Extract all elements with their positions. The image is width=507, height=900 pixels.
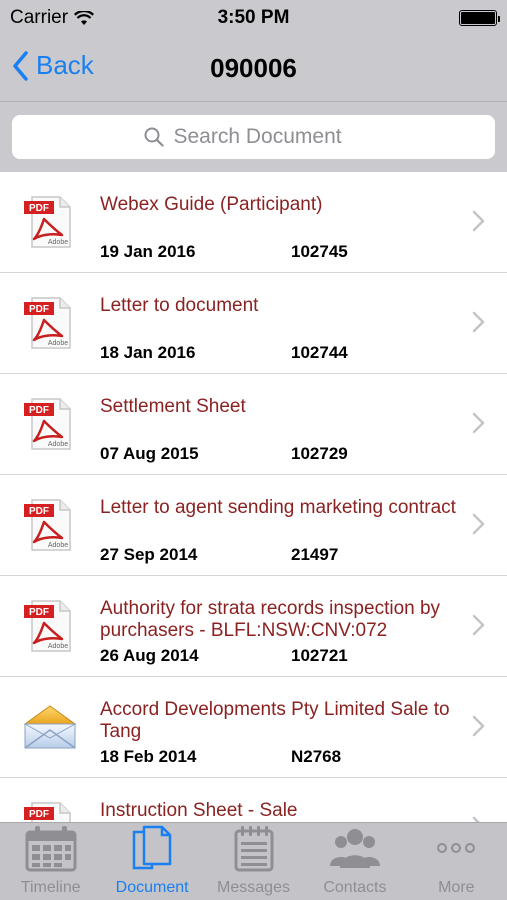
battery-icon — [459, 10, 500, 26]
document-title: Accord Developments Pty Limited Sale to … — [100, 699, 450, 742]
tab-document[interactable]: Document — [101, 823, 202, 900]
document-list: PDF Adobe Webex Guide (Participant) 19 Jan … — [0, 172, 507, 822]
tab-bar: Timeline Document Messages Contacts More — [0, 822, 507, 900]
svg-text:Adobe: Adobe — [48, 643, 68, 650]
svg-text:Adobe: Adobe — [48, 340, 68, 347]
chevron-right-icon — [472, 412, 485, 439]
search-field[interactable] — [12, 115, 495, 159]
document-number: 102729 — [291, 444, 348, 463]
document-date: 27 Sep 2014 — [100, 545, 198, 564]
document-number: 102745 — [291, 242, 348, 261]
pdf-file-icon: PDF Adobe — [0, 273, 100, 373]
people-icon — [327, 824, 383, 879]
search-input[interactable] — [173, 125, 364, 149]
svg-text:PDF: PDF — [29, 809, 49, 820]
search-bar — [0, 102, 507, 172]
document-number: N2768 — [291, 747, 342, 766]
ellipsis-icon — [434, 824, 478, 879]
document-date: 26 Aug 2014 — [100, 646, 199, 665]
document-meta: 07 Aug 2015 102729 — [100, 444, 348, 464]
document-title: Instruction Sheet - Sale — [100, 800, 298, 821]
svg-text:PDF: PDF — [29, 203, 49, 214]
back-label: Back — [36, 50, 94, 80]
chevron-right-icon — [472, 311, 485, 338]
tab-contacts[interactable]: Contacts — [304, 823, 405, 900]
document-info: Webex Guide (Participant) 19 Jan 2016 1027… — [100, 172, 507, 272]
chevron-right-icon — [472, 614, 485, 641]
document-meta: 26 Aug 2014 102721 — [100, 646, 348, 666]
document-info: Letter to agent sending marketing contra… — [100, 475, 507, 575]
document-date: 07 Aug 2015 — [100, 444, 199, 463]
pdf-file-icon: PDF Adobe — [0, 374, 100, 474]
pdf-file-icon: PDF Adobe — [0, 172, 100, 272]
document-row[interactable]: PDF Adobe Letter to agent sending marketin… — [0, 475, 507, 576]
document-number: 21497 — [291, 545, 339, 564]
pdf-file-icon: PDFAdobe — [0, 778, 100, 822]
tab-label: Timeline — [20, 879, 81, 896]
document-info: Accord Developments Pty Limited Sale to … — [100, 677, 507, 777]
document-info: Settlement Sheet 07 Aug 2015 102729 — [100, 374, 507, 474]
status-left: Carrier — [10, 7, 95, 29]
tab-messages[interactable]: Messages — [203, 823, 304, 900]
pdf-file-icon: PDF Adobe — [0, 475, 100, 575]
back-button[interactable]: Back — [12, 50, 94, 81]
status-bar: Carrier 3:50 PM — [0, 0, 507, 36]
tab-label: More — [438, 879, 475, 896]
tab-more[interactable]: More — [406, 823, 507, 900]
svg-text:PDF: PDF — [29, 607, 49, 618]
tab-timeline[interactable]: Timeline — [0, 823, 101, 900]
svg-text:PDF: PDF — [29, 304, 49, 315]
chevron-left-icon — [13, 50, 28, 81]
svg-text:Adobe: Adobe — [48, 239, 68, 246]
document-number: 102721 — [291, 646, 348, 665]
tab-label: Contacts — [323, 879, 387, 896]
document-meta: 27 Sep 2014 21497 — [100, 545, 338, 565]
document-title: Authority for strata records inspection … — [100, 598, 441, 641]
chevron-right-icon — [472, 513, 485, 540]
document-row[interactable]: PDFAdobeInstruction Sheet - Sale — [0, 778, 507, 822]
chevron-right-icon — [472, 210, 485, 237]
nav-bar: Back 090006 — [0, 36, 507, 102]
svg-text:Adobe: Adobe — [48, 542, 68, 549]
search-icon — [144, 127, 164, 147]
document-row[interactable]: PDF Adobe Webex Guide (Participant) 19 Jan … — [0, 172, 507, 273]
tab-label: Messages — [217, 879, 290, 896]
document-meta: 19 Jan 2016 102745 — [100, 242, 348, 262]
document-info: Letter to document 18 Jan 2016 102744 — [100, 273, 507, 373]
document-icon — [130, 824, 174, 879]
document-date: 18 Jan 2016 — [100, 343, 196, 362]
document-title: Letter to agent sending marketing contra… — [100, 497, 456, 518]
document-row[interactable]: Accord Developments Pty Limited Sale to … — [0, 677, 507, 778]
document-meta: 18 Jan 2016 102744 — [100, 343, 348, 363]
pdf-file-icon: PDF Adobe — [0, 576, 100, 676]
email-envelope-icon — [0, 677, 100, 777]
svg-text:Adobe: Adobe — [48, 441, 68, 448]
document-date: 19 Jan 2016 — [100, 242, 196, 261]
document-info: Instruction Sheet - Sale — [100, 778, 507, 822]
document-number: 102744 — [291, 343, 348, 362]
notepad-icon — [232, 824, 276, 879]
document-row[interactable]: PDF Adobe Settlement Sheet 07 Aug 2015 10272… — [0, 374, 507, 475]
document-title: Webex Guide (Participant) — [100, 194, 323, 215]
wifi-icon — [74, 10, 95, 25]
document-row[interactable]: PDF Adobe Authority for strata records ins… — [0, 576, 507, 677]
document-title: Letter to document — [100, 295, 259, 316]
carrier-label: Carrier — [10, 7, 69, 28]
calendar-icon — [23, 824, 79, 879]
document-meta: 18 Feb 2014 N2768 — [100, 747, 341, 767]
tab-label: Document — [115, 879, 189, 896]
document-date: 18 Feb 2014 — [100, 747, 197, 766]
chevron-right-icon — [472, 715, 485, 742]
document-row[interactable]: PDF Adobe Letter to document 18 Jan 2016 102… — [0, 273, 507, 374]
svg-text:PDF: PDF — [29, 506, 49, 517]
document-info: Authority for strata records inspection … — [100, 576, 507, 676]
document-title: Settlement Sheet — [100, 396, 246, 417]
svg-text:PDF: PDF — [29, 405, 49, 416]
